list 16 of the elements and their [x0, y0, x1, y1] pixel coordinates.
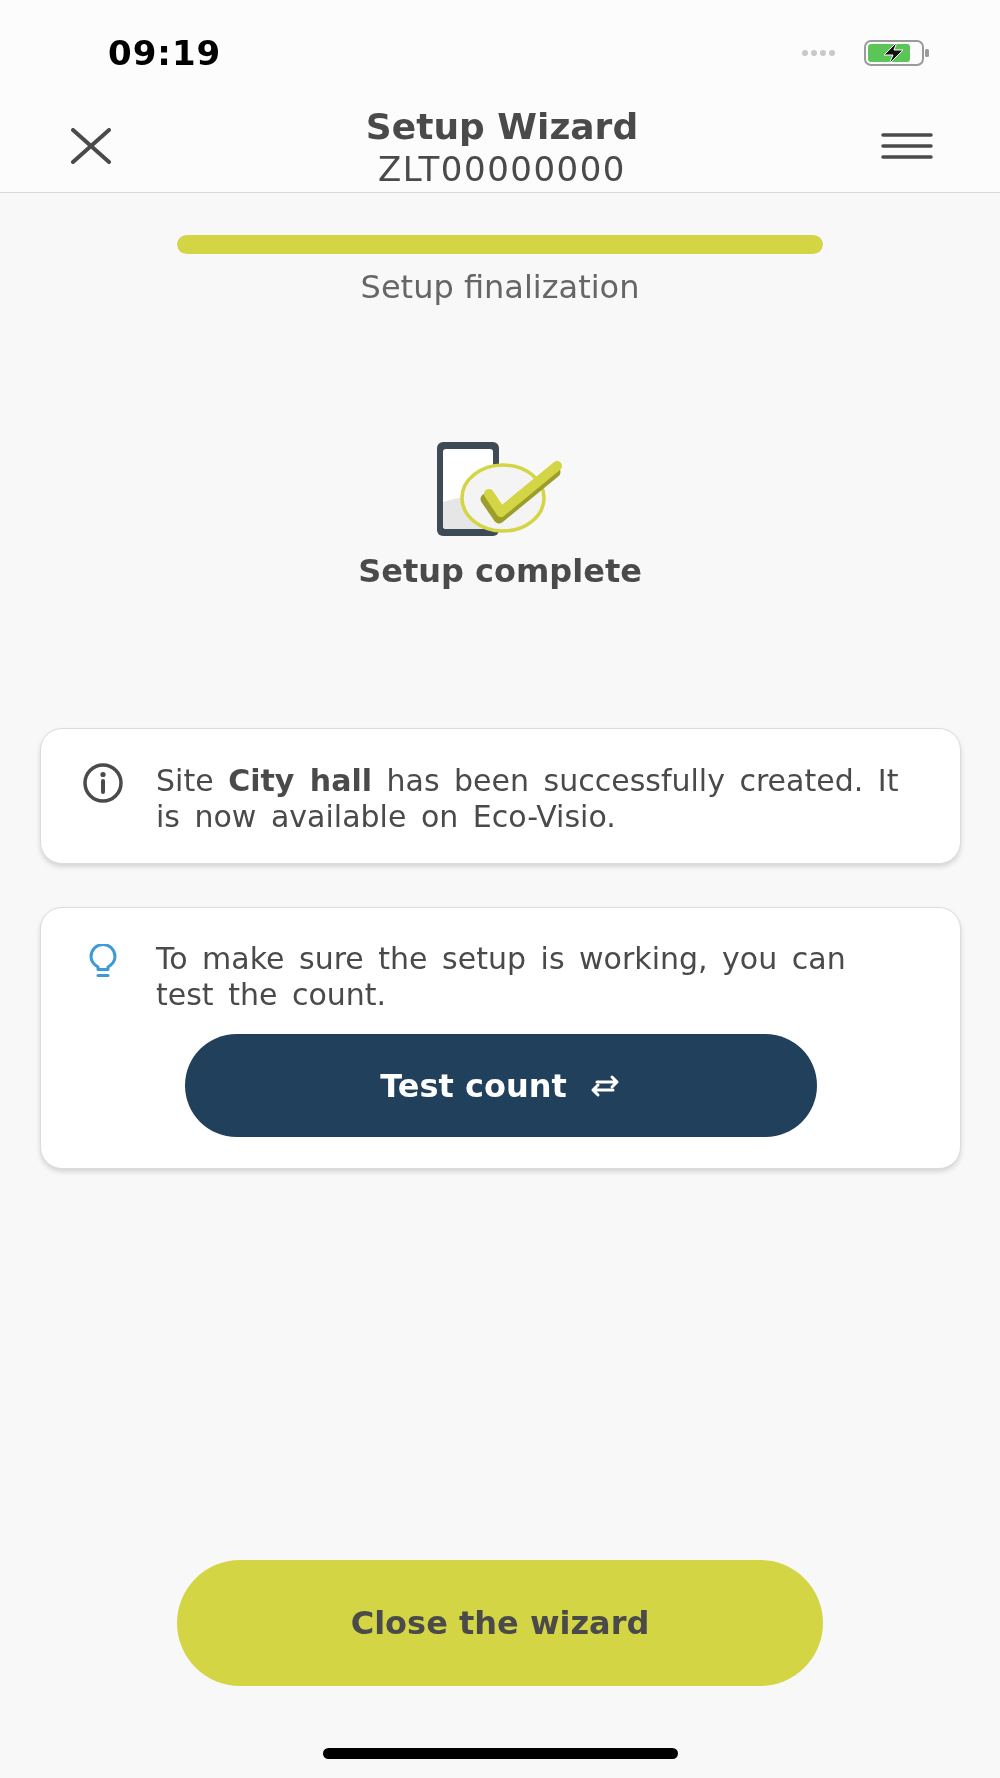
serial-number: ZLT00000000 — [377, 149, 627, 188]
phone-checkmark-icon — [437, 442, 563, 536]
completion-title: Setup complete — [358, 552, 642, 590]
battery-charging-icon — [864, 40, 930, 66]
card-text: Site City hall has been successfully created. It is now available on Eco-Visio. — [156, 763, 900, 835]
close-wizard-button[interactable]: Close the wizard — [177, 1560, 823, 1686]
menu-icon[interactable] — [881, 133, 933, 159]
lightbulb-icon — [89, 944, 117, 978]
status-time: 09:19 — [108, 36, 222, 70]
signal-dots-icon — [802, 50, 835, 56]
close-icon[interactable] — [71, 128, 111, 164]
step-label: Setup finalization — [360, 269, 640, 305]
info-icon — [83, 763, 123, 803]
test-count-button[interactable]: Test count — [184, 1034, 817, 1137]
wizard-title: Setup Wizard — [365, 106, 639, 147]
card-text: To make sure the setup is working, you can test the count. — [156, 941, 847, 1013]
